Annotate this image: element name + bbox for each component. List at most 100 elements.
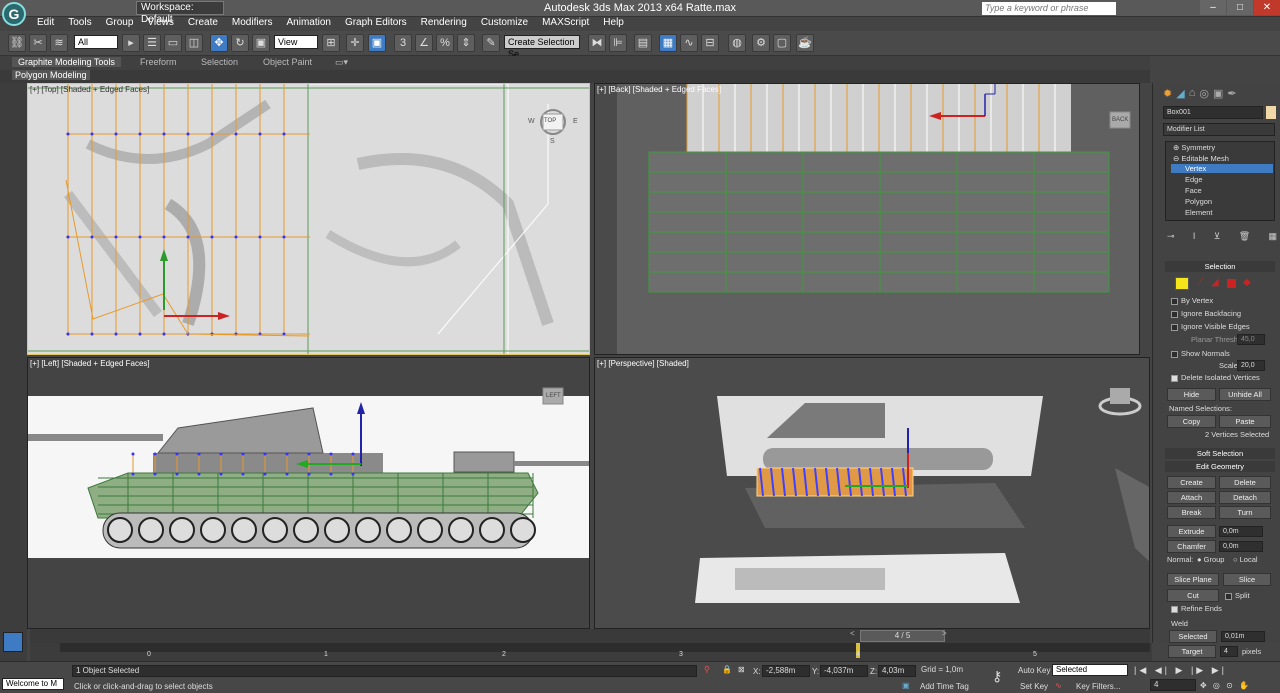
make-unique-icon[interactable]: ⊻ [1214, 231, 1221, 242]
modifier-list-dropdown[interactable]: Modifier List [1163, 123, 1275, 136]
next-frame-arrow[interactable]: > [942, 629, 952, 642]
menu-maxscript[interactable]: MAXScript [535, 17, 596, 31]
slice-button[interactable]: Slice [1223, 573, 1271, 586]
weld-threshold-spinner[interactable]: 0,01m [1221, 631, 1265, 642]
spinner-snap-icon[interactable]: ⇕ [457, 34, 475, 52]
named-selection-dropdown[interactable]: Create Selection Se [504, 35, 580, 59]
minimize-button[interactable]: – [1200, 0, 1226, 15]
ribbon-options-icon[interactable]: ▭▾ [335, 57, 348, 68]
stack-item-face[interactable]: Face [1185, 186, 1202, 195]
key-mode-icon[interactable]: ∿ [1055, 681, 1062, 690]
viewport-top[interactable]: [+] [Top] [Shaded + Edged Faces] TOP W E… [27, 83, 590, 355]
split-checkbox[interactable]: Split [1225, 591, 1250, 600]
stack-item-editable-mesh[interactable]: ⊖ Editable Mesh [1173, 154, 1229, 163]
viewport-label[interactable]: [+] [Top] [Shaded + Edged Faces] [30, 85, 149, 94]
maximize-button[interactable]: □ [1227, 0, 1253, 15]
edit-geometry-rollout-header[interactable]: Edit Geometry [1165, 461, 1275, 472]
set-key-button[interactable]: Set Key [1020, 682, 1048, 691]
isolate-icon[interactable]: ⚲ [704, 665, 710, 674]
unhide-all-button[interactable]: Unhide All [1219, 388, 1271, 401]
viewcube-back-label[interactable]: BACK [1112, 117, 1128, 123]
viewport-label[interactable]: [+] [Left] [Shaded + Edged Faces] [30, 359, 150, 368]
angle-snap-icon[interactable]: ∠ [415, 34, 433, 52]
utilities-tab-icon[interactable]: ✒ [1227, 87, 1236, 101]
menu-group[interactable]: Group [99, 17, 141, 31]
planar-thresh-spinner[interactable]: 45,0 [1237, 334, 1265, 345]
extrude-spinner[interactable]: 0,0m [1219, 526, 1263, 537]
menu-graph-editors[interactable]: Graph Editors [338, 17, 414, 31]
add-time-tag[interactable]: Add Time Tag [920, 682, 969, 691]
paste-button[interactable]: Paste [1219, 415, 1271, 428]
menu-modifiers[interactable]: Modifiers [225, 17, 280, 31]
viewport-layout-icon[interactable] [3, 632, 23, 652]
menu-animation[interactable]: Animation [279, 17, 337, 31]
object-color-swatch[interactable] [1266, 106, 1276, 119]
render-teapot-icon[interactable]: ☕ [796, 34, 814, 52]
tab-freeform[interactable]: Freeform [140, 57, 177, 67]
tab-graphite-modeling-tools[interactable]: Graphite Modeling Tools [12, 57, 121, 67]
ignore-backfacing-checkbox[interactable]: Ignore Backfacing [1171, 309, 1241, 318]
rect-selection-icon[interactable]: ▭ [164, 34, 182, 52]
tab-object-paint[interactable]: Object Paint [263, 57, 312, 67]
viewport-back[interactable]: [+] [Back] [Shaded + Edged Faces] BACK [594, 83, 1140, 355]
schematic-view-icon[interactable]: ⊟ [701, 34, 719, 52]
menu-tools[interactable]: Tools [61, 17, 98, 31]
viewcube-top-label[interactable]: TOP [544, 118, 556, 124]
modify-tab-icon[interactable]: ◢ [1176, 87, 1184, 101]
viewport-left[interactable]: [+] [Left] [Shaded + Edged Faces] LEFT [27, 357, 590, 629]
timeline-track[interactable]: 0 1 2 3 4 5 [30, 643, 1152, 661]
pin-stack-icon[interactable]: ⊸ [1167, 231, 1175, 242]
y-coordinate-field[interactable]: -4,037m [820, 665, 868, 677]
break-button[interactable]: Break [1167, 506, 1216, 519]
select-manipulate-icon[interactable]: ✛ [346, 34, 364, 52]
motion-tab-icon[interactable]: ◎ [1199, 87, 1209, 101]
key-filter-dropdown[interactable]: Selected [1052, 664, 1128, 676]
app-logo-icon[interactable]: G [2, 2, 26, 26]
link-icon[interactable]: ⛓ [8, 34, 26, 52]
hierarchy-tab-icon[interactable]: ⌂ [1189, 87, 1196, 101]
align-icon[interactable]: ⊫ [609, 34, 627, 52]
select-object-icon[interactable]: ▸ [122, 34, 140, 52]
pivot-center-icon[interactable]: ⊞ [322, 34, 340, 52]
percent-snap-icon[interactable]: % [436, 34, 454, 52]
mirror-icon[interactable]: ⧓ [588, 34, 606, 52]
by-vertex-checkbox[interactable]: By Vertex [1171, 296, 1213, 305]
navigation-controls[interactable]: ✥ ◎ ⊙ ✋ [1200, 681, 1251, 690]
key-icon[interactable]: ⚷ [992, 668, 1002, 685]
create-tab-icon[interactable]: ✹ [1163, 87, 1172, 101]
attach-button[interactable]: Attach [1167, 491, 1216, 504]
render-setup-icon[interactable]: ⚙ [752, 34, 770, 52]
viewport-perspective[interactable]: [+] [Perspective] [Shaded] [594, 357, 1150, 629]
selection-rollout-header[interactable]: Selection [1165, 261, 1275, 272]
stack-item-edge[interactable]: Edge [1185, 175, 1203, 184]
vertex-level-icon[interactable] [1175, 277, 1189, 290]
material-editor-icon[interactable]: ◍ [728, 34, 746, 52]
edge-level-icon[interactable]: ⟋ [1197, 277, 1204, 288]
maxscript-listener[interactable]: Welcome to M [2, 678, 64, 690]
delete-isolated-checkbox[interactable]: Delete Isolated Vertices [1171, 373, 1260, 382]
layer-manager-icon[interactable]: ▤ [634, 34, 652, 52]
bind-spacewarp-icon[interactable]: ≋ [50, 34, 68, 52]
configure-sets-icon[interactable]: ▦ [1268, 231, 1277, 242]
weld-target-spinner[interactable]: 4 [1220, 646, 1238, 657]
auto-key-button[interactable]: Auto Key [1018, 666, 1050, 675]
stack-item-element[interactable]: Element [1185, 208, 1213, 217]
element-level-icon[interactable]: ◆ [1243, 277, 1251, 288]
rendered-frame-icon[interactable]: ▢ [773, 34, 791, 52]
scale-spinner[interactable]: 20,0 [1237, 360, 1265, 371]
refine-ends-checkbox[interactable]: Refine Ends [1171, 604, 1222, 613]
edit-named-selection-icon[interactable]: ✎ [482, 34, 500, 52]
polygon-modeling-panel[interactable]: Polygon Modeling [12, 70, 90, 80]
slice-plane-button[interactable]: Slice Plane [1167, 573, 1219, 586]
current-frame-field[interactable]: 4 [1150, 679, 1196, 691]
menu-rendering[interactable]: Rendering [414, 17, 474, 31]
menu-create[interactable]: Create [181, 17, 225, 31]
window-crossing-icon[interactable]: ◫ [185, 34, 203, 52]
graphite-toggle-icon[interactable]: ▦ [659, 34, 677, 52]
selection-filter-dropdown[interactable]: All [74, 35, 118, 49]
detach-button[interactable]: Detach [1219, 491, 1271, 504]
z-coordinate-field[interactable]: 4,03m [878, 665, 916, 677]
select-by-name-icon[interactable]: ☰ [143, 34, 161, 52]
stack-item-polygon[interactable]: Polygon [1185, 197, 1212, 206]
menu-edit[interactable]: Edit [30, 17, 61, 31]
